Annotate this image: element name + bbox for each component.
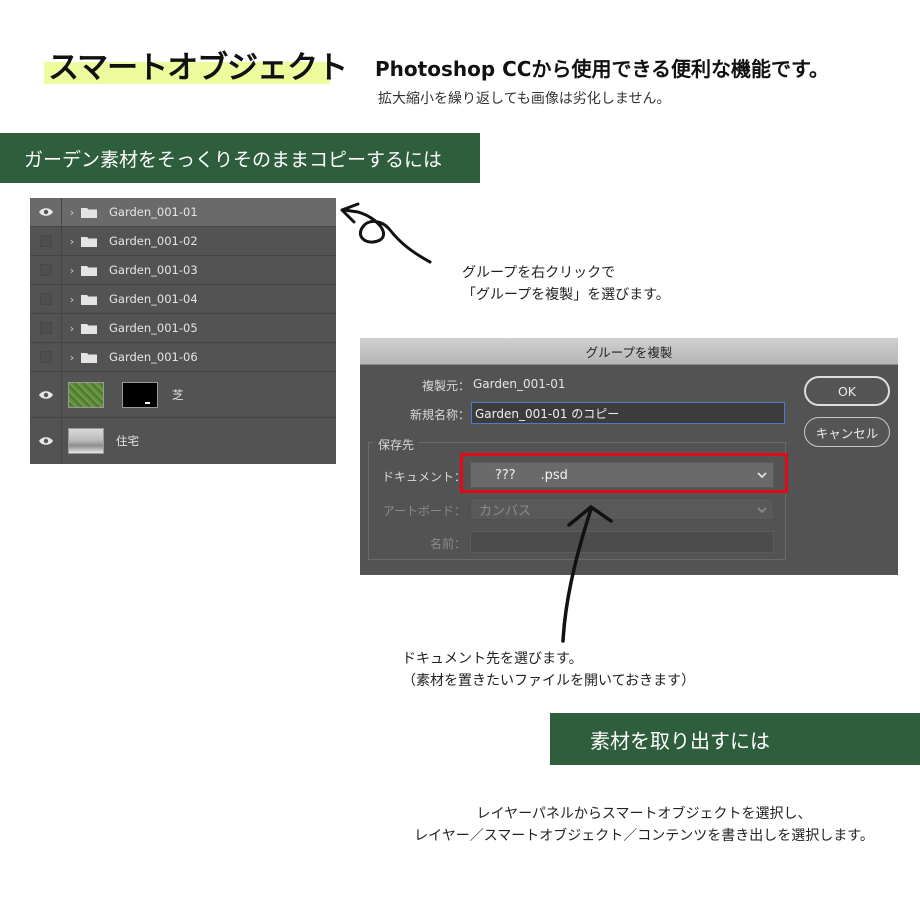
instruction-line: グループを右クリックで <box>462 265 616 281</box>
layer-row-lawn[interactable]: 芝 <box>30 372 336 418</box>
folder-icon <box>81 294 97 305</box>
instruction-line: ドキュメント先を選びます。 <box>402 651 583 667</box>
eye-icon <box>38 437 53 445</box>
hand-drawn-arrow <box>340 202 432 264</box>
visibility-toggle[interactable] <box>30 256 62 284</box>
layer-group-row[interactable]: › Garden_001-05 <box>30 314 336 343</box>
folder-icon <box>81 236 97 247</box>
layer-name: Garden_001-03 <box>109 263 198 277</box>
chevron-right-icon[interactable]: › <box>66 293 78 306</box>
chevron-right-icon[interactable]: › <box>66 351 78 364</box>
ok-button[interactable]: OK <box>804 376 890 406</box>
folder-icon <box>81 323 97 334</box>
chevron-right-icon[interactable]: › <box>66 322 78 335</box>
section-banner-extract: 素材を取り出すには <box>550 713 920 765</box>
instruction-export: レイヤーパネルからスマートオブジェクトを選択し、 レイヤー／スマートオブジェクト… <box>370 803 918 847</box>
layer-name: Garden_001-05 <box>109 321 198 335</box>
hidden-box <box>39 322 52 334</box>
hand-drawn-arrow <box>561 505 613 643</box>
layer-name: 芝 <box>172 387 184 402</box>
folder-icon <box>81 265 97 276</box>
folder-icon <box>81 207 97 218</box>
chevron-right-icon[interactable]: › <box>66 206 78 219</box>
instruction-right-click: グループを右クリックで 「グループを複製」を選びます。 <box>462 262 670 306</box>
mask-thumbnail <box>122 381 158 408</box>
source-value: Garden_001-01 <box>473 377 566 391</box>
visibility-toggle[interactable] <box>30 227 62 255</box>
page-title: スマートオブジェクト <box>48 50 348 86</box>
chevron-right-icon[interactable]: › <box>66 235 78 248</box>
name-label: 名前： <box>429 537 466 551</box>
chevron-right-icon[interactable]: › <box>66 264 78 277</box>
instruction-line: （素材を置きたいファイルを開いておきます） <box>402 673 696 689</box>
page-note: 拡大縮小を繰り返しても画像は劣化しません。 <box>378 91 671 107</box>
visibility-toggle[interactable] <box>30 418 62 464</box>
hidden-box <box>39 351 52 363</box>
artboard-label: アートボード： <box>382 504 466 518</box>
visibility-toggle[interactable] <box>30 314 62 342</box>
layer-group-row[interactable]: › Garden_001-06 <box>30 343 336 372</box>
lawn-thumbnail <box>68 381 104 408</box>
hidden-box <box>39 293 52 305</box>
document-label: ドキュメント： <box>381 470 466 484</box>
layer-name: Garden_001-02 <box>109 234 198 248</box>
section-banner-copy: ガーデン素材をそっくりそのままコピーするには <box>0 133 480 183</box>
layer-row-house[interactable]: 住宅 <box>30 418 336 464</box>
layers-panel: › Garden_001-01 › Garden_001-02 › Garden… <box>30 198 336 464</box>
cancel-button[interactable]: キャンセル <box>804 417 890 447</box>
eye-icon <box>38 390 53 399</box>
artboard-value: カンバス <box>479 503 532 519</box>
page-subtitle: Photoshop CCから使用できる便利な機能です。 <box>375 57 830 81</box>
destination-label: 保存先 <box>374 436 419 453</box>
chevron-down-icon <box>757 507 767 514</box>
layer-group-row[interactable]: › Garden_001-03 <box>30 256 336 285</box>
visibility-toggle[interactable] <box>30 285 62 313</box>
hidden-box <box>39 235 52 247</box>
instruction-line: レイヤーパネルからスマートオブジェクトを選択し、 <box>476 806 812 822</box>
eye-icon <box>38 208 53 216</box>
layer-group-row[interactable]: › Garden_001-04 <box>30 285 336 314</box>
layer-group-row[interactable]: › Garden_001-01 <box>30 198 336 227</box>
layer-name: Garden_001-06 <box>109 350 198 364</box>
house-thumbnail <box>68 428 104 454</box>
newname-label: 新規名称： <box>409 408 470 422</box>
newname-input[interactable]: Garden_001-01 のコピー <box>471 402 785 424</box>
layer-name: Garden_001-04 <box>109 292 198 306</box>
layer-name: 住宅 <box>116 434 139 448</box>
instruction-line: レイヤー／スマートオブジェクト／コンテンツを書き出しを選択します。 <box>414 828 874 844</box>
instruction-document: ドキュメント先を選びます。 （素材を置きたいファイルを開いておきます） <box>402 648 695 692</box>
hidden-box <box>39 264 52 276</box>
visibility-toggle[interactable] <box>30 343 62 371</box>
instruction-line: 「グループを複製」を選びます。 <box>462 287 670 303</box>
layer-name: Garden_001-01 <box>109 205 198 219</box>
source-label: 複製元： <box>421 379 470 393</box>
folder-icon <box>81 352 97 363</box>
highlight-frame <box>460 453 788 493</box>
layer-group-row[interactable]: › Garden_001-02 <box>30 227 336 256</box>
visibility-toggle[interactable] <box>30 198 62 226</box>
visibility-toggle[interactable] <box>30 372 62 417</box>
dialog-title: グループを複製 <box>360 338 898 365</box>
